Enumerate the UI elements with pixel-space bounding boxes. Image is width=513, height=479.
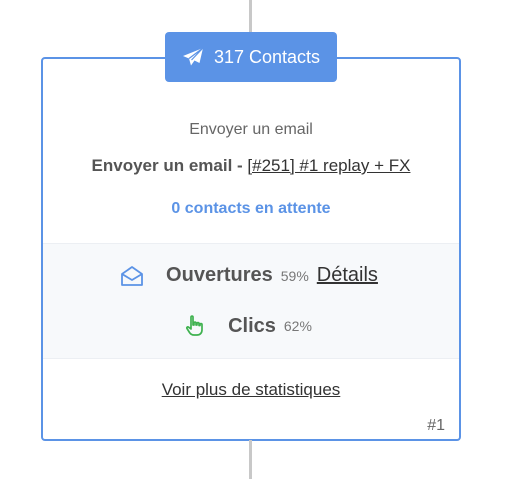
workflow-step-stage: Envoyer un email Envoyer un email - [#25…: [0, 0, 513, 479]
more-stats-link[interactable]: Voir plus de statistiques: [43, 380, 459, 400]
step-type-label: Envoyer un email: [189, 121, 313, 138]
clicks-percent: 62%: [283, 318, 312, 334]
opens-label: Ouvertures: [166, 264, 273, 286]
opens-stat: Ouvertures 59% Détails: [39, 264, 459, 287]
waiting-contacts-link[interactable]: 0 contacts en attente: [43, 200, 459, 218]
contacts-badge[interactable]: 317 Contacts: [165, 32, 337, 82]
opens-percent: 59%: [280, 267, 309, 284]
envelope-open-icon: [121, 265, 143, 286]
connector-line-top: [249, 0, 252, 34]
step-number: #1: [427, 417, 445, 434]
step-title-prefix: Envoyer un email -: [91, 156, 248, 175]
paper-plane-icon: [182, 47, 204, 66]
step-title: Envoyer un email - [#251] #1 replay + FX: [43, 156, 459, 176]
contacts-count: 317 Contacts: [213, 46, 321, 67]
email-step-card[interactable]: Envoyer un email Envoyer un email - [#25…: [41, 57, 461, 441]
clicks-label: Clics: [228, 314, 276, 337]
email-template-link[interactable]: [#251] #1 replay + FX: [247, 156, 410, 175]
clicks-stat: Clics 62%: [37, 314, 459, 338]
stats-panel: Ouvertures 59% Détails Clics 62%: [43, 243, 459, 359]
pointing-hand-icon: [186, 315, 203, 336]
opens-details-link[interactable]: Détails: [317, 264, 378, 287]
connector-line-bottom: [249, 440, 252, 479]
